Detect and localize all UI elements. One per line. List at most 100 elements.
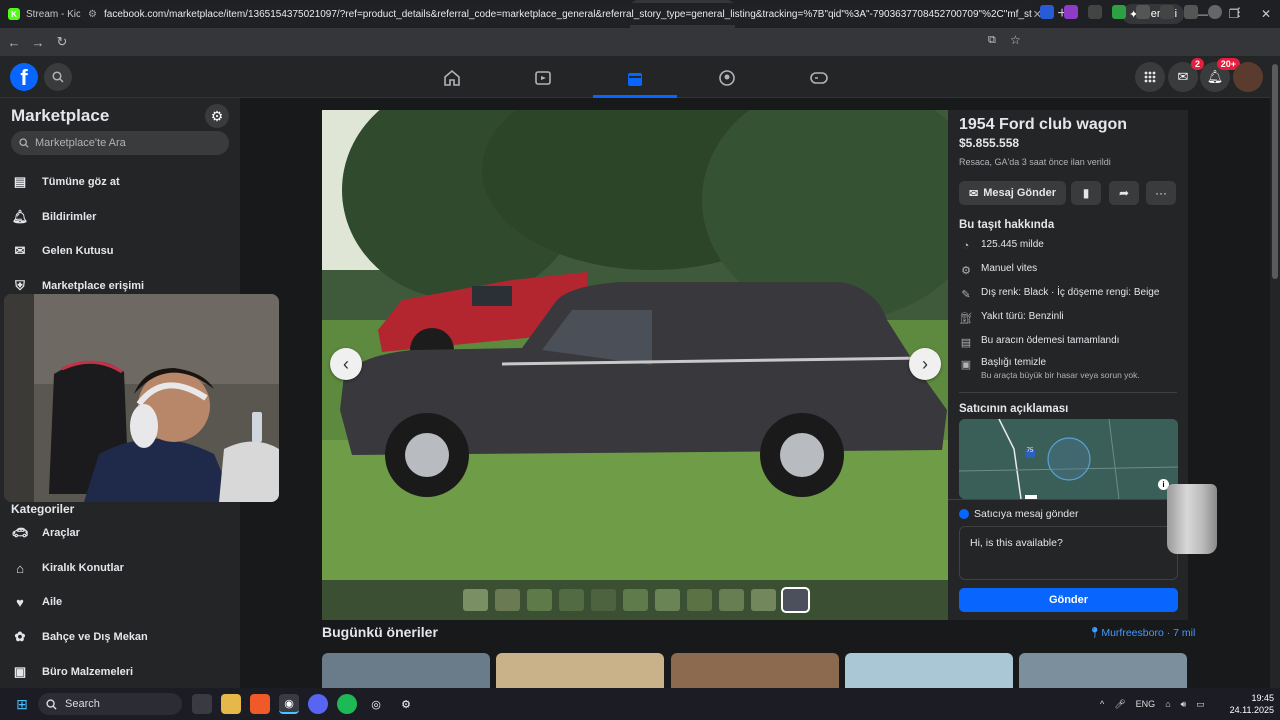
windows-start-icon[interactable]: ⊞	[12, 694, 32, 714]
install-icon[interactable]: ⧉	[988, 34, 996, 47]
listing-photo-viewer[interactable]: ‹ ›	[322, 110, 948, 620]
volume-icon[interactable]: 🔊︎	[1181, 699, 1187, 710]
categories-heading: Kategoriler	[11, 502, 75, 516]
chevron-right-icon: ›	[922, 353, 928, 374]
sidebar-item[interactable]: ♥ Aile	[8, 587, 232, 617]
sidebar-title: Marketplace	[11, 106, 110, 125]
home-nav-icon[interactable]	[410, 62, 494, 94]
suggestion-card[interactable]	[671, 653, 839, 688]
sidebar-item[interactable]: ▣ Büro Malzemeleri	[8, 657, 232, 687]
back-icon[interactable]: ←	[2, 35, 26, 50]
forward-icon[interactable]: →	[26, 35, 50, 50]
taskbar-search[interactable]: Search	[38, 693, 182, 715]
photo-thumbnail-selected[interactable]	[780, 587, 810, 613]
suggestion-card[interactable]	[496, 653, 664, 688]
menu-grid-icon[interactable]	[1135, 62, 1165, 92]
extension-icon[interactable]	[1064, 5, 1078, 19]
profile-avatar[interactable]	[1208, 5, 1222, 19]
spotify-icon[interactable]	[337, 694, 357, 714]
extension-icon[interactable]	[1040, 5, 1054, 19]
notifications-bell-icon[interactable]: 🔔︎ 20+	[1200, 58, 1240, 92]
sidebar-item[interactable]: ▤ Tümüne göz at	[8, 167, 232, 197]
chrome-icon[interactable]: ◉	[279, 694, 299, 714]
battery-icon[interactable]: ▭	[1196, 699, 1205, 710]
photo-thumbnail[interactable]	[494, 589, 520, 611]
todays-picks-heading: Bugünkü öneriler	[322, 624, 438, 640]
taskbar-clock[interactable]: 19:45 24.11.2025	[1224, 692, 1274, 716]
share-button[interactable]: ➦	[1109, 181, 1139, 205]
extension-icon[interactable]	[1112, 5, 1126, 19]
photo-thumbnail[interactable]	[654, 589, 680, 611]
suggestion-card[interactable]	[1019, 653, 1187, 688]
task-view-icon[interactable]	[192, 694, 212, 714]
reload-icon[interactable]: ↻	[50, 34, 74, 50]
spec-text-wrap: 125.445 milde	[981, 239, 1044, 250]
sidebar-item[interactable]: 🔔︎ Bildirimler	[8, 202, 232, 232]
vehicle-spec-row: ✎ Dış renk: Black · İç döşeme rengi: Beig…	[959, 287, 1179, 301]
address-bar-row: ← → ↻	[0, 28, 1280, 56]
settings-gear-icon[interactable]: ⚙	[396, 694, 416, 714]
file-explorer-icon[interactable]	[221, 694, 241, 714]
sidebar-item[interactable]: ✿ Bahçe ve Dış Mekan	[8, 622, 232, 652]
suggestions-location-link[interactable]: 📍︎Murfreesboro · 7 mil	[1088, 626, 1195, 639]
scrollbar-thumb[interactable]	[1272, 64, 1278, 279]
photo-thumbnail[interactable]	[590, 589, 616, 611]
send-button[interactable]: Gönder	[959, 588, 1178, 612]
message-button[interactable]: ✉ Mesaj Gönder	[959, 181, 1066, 205]
heart-icon: ♥	[16, 594, 24, 610]
send-message-panel: Satıcıya mesaj gönder Hi, is this availa…	[948, 499, 1188, 620]
about-vehicle-heading: Bu taşıt hakkında	[959, 219, 1055, 231]
sidebar-item[interactable]: ✉ Gelen Kutusu	[8, 236, 232, 266]
account-avatar[interactable]	[1233, 62, 1263, 92]
menu-kebab-icon[interactable]: ⋮	[1232, 5, 1246, 19]
media-icon[interactable]	[1184, 5, 1198, 19]
bookmark-icon: ▮	[1082, 186, 1090, 200]
discord-icon[interactable]	[308, 694, 328, 714]
close-window-button[interactable]: ✕	[1250, 0, 1280, 28]
messenger-icon[interactable]: ✉ 2	[1168, 58, 1204, 92]
obs-icon[interactable]: ◎	[366, 694, 386, 714]
site-info-icon[interactable]: ⚙	[88, 9, 97, 20]
url-text: facebook.com/marketplace/item/1365154375…	[104, 8, 1032, 20]
photo-thumbnail[interactable]	[686, 589, 712, 611]
next-photo-button[interactable]: ›	[909, 348, 941, 380]
spec-text: Dış renk: Black · İç döşeme rengi: Beige	[981, 287, 1160, 298]
save-bookmark-button[interactable]: ▮	[1071, 181, 1101, 205]
sidepanel-icon[interactable]	[1160, 5, 1174, 19]
photo-thumbnail[interactable]	[558, 589, 584, 611]
search-icon[interactable]	[44, 63, 72, 91]
microphone-icon[interactable]: 🎤︎	[1114, 699, 1125, 710]
page-scrollbar[interactable]	[1270, 56, 1280, 688]
url-field[interactable]: ⚙ facebook.com/marketplace/item/13651543…	[80, 3, 1032, 25]
bookmark-star-icon[interactable]: ☆	[1010, 33, 1021, 47]
gaming-nav-icon[interactable]	[777, 62, 861, 94]
video-nav-icon[interactable]	[501, 62, 585, 94]
network-icon[interactable]: ⌂	[1165, 699, 1170, 709]
gear-icon[interactable]: ⚙	[205, 104, 229, 128]
photo-thumbnail[interactable]	[462, 589, 488, 611]
photo-thumbnail[interactable]	[750, 589, 776, 611]
message-input[interactable]: Hi, is this available?	[959, 526, 1178, 580]
brave-browser-icon[interactable]	[250, 694, 270, 714]
language-indicator[interactable]: ENG	[1136, 699, 1156, 709]
sidebar-item[interactable]: ⌂ Kiralık Konutlar	[8, 553, 232, 583]
photo-thumbnail[interactable]	[718, 589, 744, 611]
photo-thumbnail[interactable]	[526, 589, 552, 611]
suggestion-card[interactable]	[322, 653, 490, 688]
marketplace-nav-icon[interactable]	[593, 62, 677, 98]
groups-nav-icon[interactable]	[685, 62, 769, 94]
more-options-button[interactable]: ···	[1146, 181, 1176, 205]
extension-icon[interactable]	[1088, 5, 1102, 19]
facebook-logo[interactable]: f	[10, 63, 38, 91]
inbox-icon: ✉	[14, 243, 26, 258]
share-icon: ➦	[1118, 186, 1130, 200]
chevron-up-icon[interactable]: ^	[1100, 699, 1104, 709]
sidebar-item[interactable]: 🚗︎ Araçlar	[8, 518, 232, 548]
extensions-puzzle-icon[interactable]	[1136, 5, 1150, 19]
suggestion-card[interactable]	[845, 653, 1013, 688]
previous-photo-button[interactable]: ‹	[330, 348, 362, 380]
marketplace-search-input[interactable]: Marketplace'te Ara	[11, 131, 229, 155]
car-photo	[322, 110, 948, 580]
location-map[interactable]: 75 i	[959, 419, 1178, 499]
photo-thumbnail[interactable]	[622, 589, 648, 611]
